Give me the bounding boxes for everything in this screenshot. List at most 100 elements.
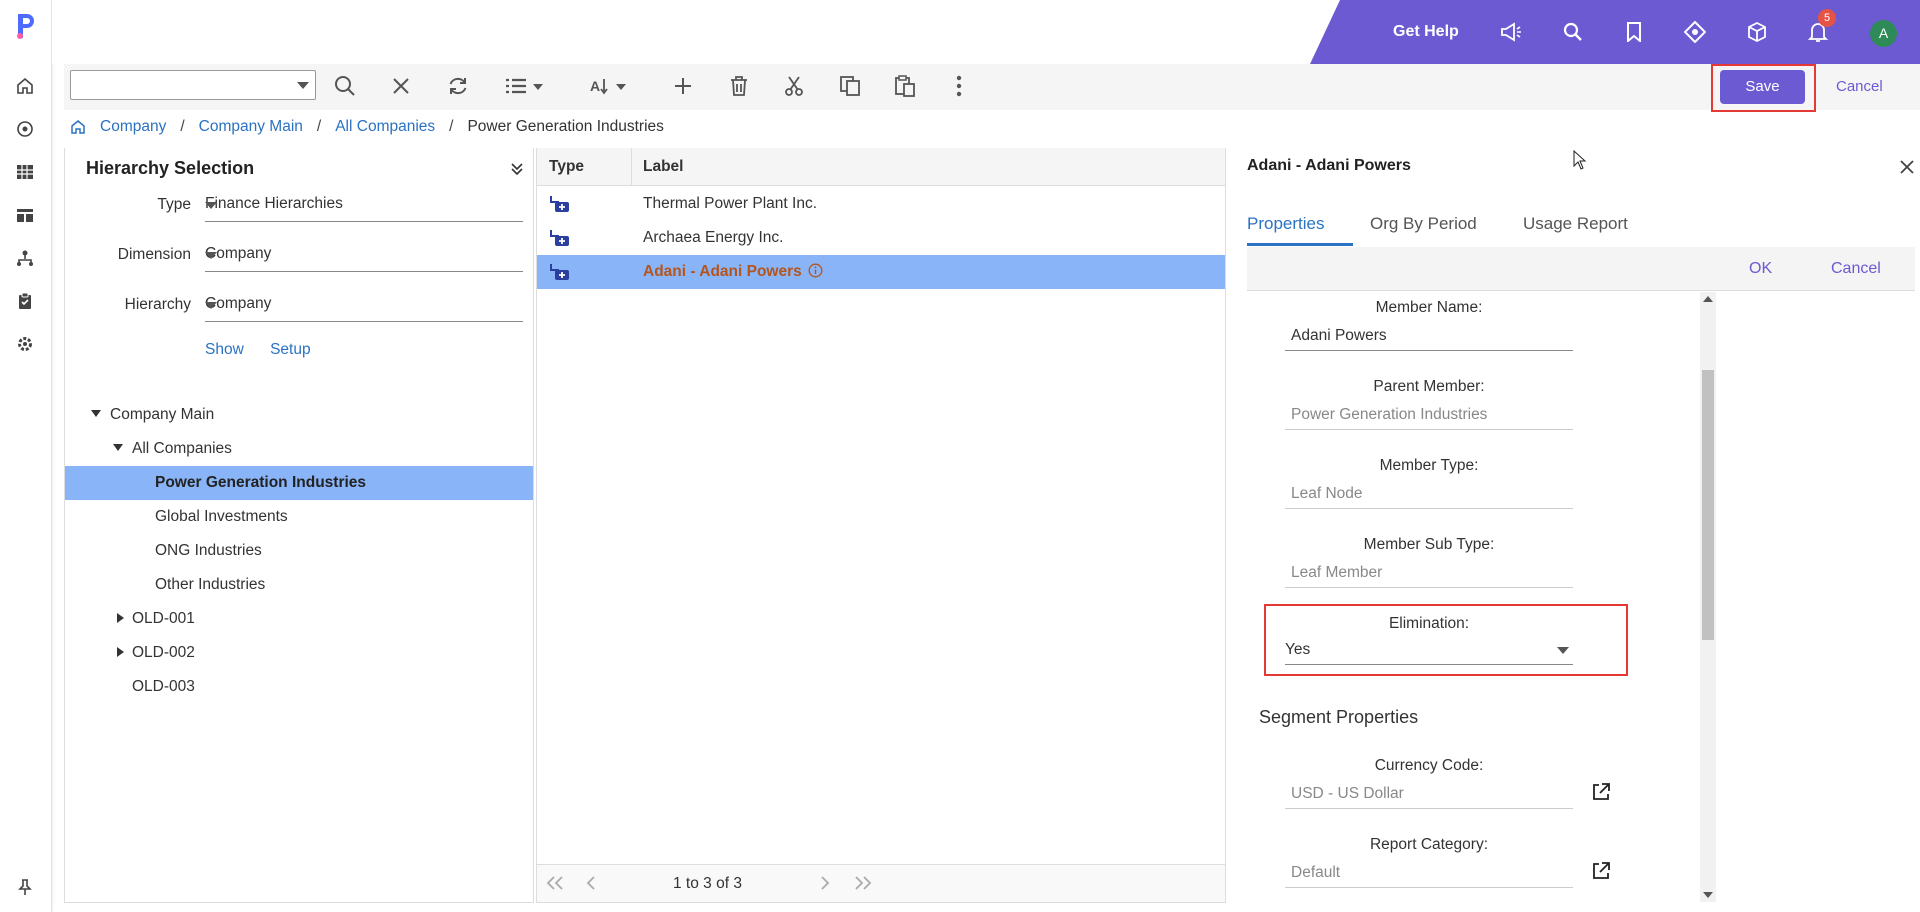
info-icon[interactable] bbox=[808, 263, 823, 278]
caret-right-icon[interactable] bbox=[117, 613, 124, 623]
dimension-label: Dimension bbox=[117, 246, 191, 263]
breadcrumb: Company / Company Main / All Companies /… bbox=[64, 112, 664, 142]
tree-node-selected[interactable]: Power Generation Industries bbox=[65, 466, 533, 500]
detail-title: Adani - Adani Powers bbox=[1247, 157, 1411, 174]
home-icon[interactable] bbox=[70, 119, 86, 135]
column-header-label[interactable]: Label bbox=[643, 158, 683, 176]
paste-icon[interactable] bbox=[894, 73, 916, 99]
cube-icon[interactable] bbox=[1745, 20, 1769, 44]
tree-node[interactable]: OLD-002 bbox=[65, 636, 533, 670]
member-type-icon bbox=[549, 262, 571, 282]
caret-down-icon[interactable] bbox=[113, 444, 123, 451]
member-name-label: Member Name: bbox=[1375, 299, 1483, 316]
cancel-button[interactable]: Cancel bbox=[1836, 78, 1883, 95]
hierarchy-icon[interactable] bbox=[14, 247, 36, 269]
breadcrumb-link-company-main[interactable]: Company Main bbox=[199, 118, 303, 136]
scrollbar-thumb[interactable] bbox=[1702, 370, 1714, 640]
add-icon[interactable] bbox=[673, 73, 693, 99]
reports-icon[interactable] bbox=[14, 204, 36, 226]
tab-usage-report[interactable]: Usage Report bbox=[1523, 214, 1628, 234]
search-icon[interactable] bbox=[334, 73, 356, 99]
table-row-selected[interactable]: Adani - Adani Powers bbox=[537, 255, 1225, 289]
detail-cancel-button[interactable]: Cancel bbox=[1831, 260, 1881, 278]
scroll-down-icon[interactable] bbox=[1703, 892, 1713, 898]
collapse-panel-icon[interactable] bbox=[511, 162, 523, 176]
breadcrumb-current: Power Generation Industries bbox=[467, 118, 664, 135]
tree-node-label: Company Main bbox=[110, 406, 215, 423]
last-page-icon[interactable] bbox=[853, 875, 873, 891]
table-row[interactable]: Archaea Energy Inc. bbox=[537, 221, 1225, 255]
caret-down-icon[interactable] bbox=[91, 410, 101, 417]
external-link-icon[interactable] bbox=[1591, 782, 1611, 802]
breadcrumb-separator: / bbox=[449, 118, 454, 135]
bookmark-icon[interactable] bbox=[1622, 20, 1646, 44]
caret-right-icon[interactable] bbox=[117, 647, 124, 657]
tree-node-label: All Companies bbox=[132, 440, 232, 457]
toolbar-dropdown[interactable] bbox=[70, 70, 316, 100]
type-select[interactable]: Finance Hierarchies bbox=[205, 188, 523, 222]
more-options-icon[interactable] bbox=[956, 73, 962, 99]
grid-header: Type Label bbox=[537, 148, 1225, 186]
breadcrumb-link-company[interactable]: Company bbox=[100, 118, 166, 136]
tree-node[interactable]: OLD-003 bbox=[65, 670, 533, 704]
properties-scrollbar[interactable] bbox=[1700, 292, 1716, 902]
prev-page-icon[interactable] bbox=[585, 875, 597, 891]
pin-icon[interactable] bbox=[14, 876, 36, 898]
member-sub-type-label: Member Sub Type: bbox=[1363, 536, 1495, 553]
member-name-value: Adani Powers bbox=[1291, 327, 1387, 344]
breadcrumb-separator: / bbox=[180, 118, 185, 135]
breadcrumb-link-all-companies[interactable]: All Companies bbox=[335, 118, 435, 136]
target-icon[interactable] bbox=[14, 118, 36, 140]
sort-icon[interactable]: A bbox=[590, 73, 632, 99]
delete-icon[interactable] bbox=[729, 73, 749, 99]
tree-node[interactable]: Other Industries bbox=[65, 568, 533, 602]
column-header-type[interactable]: Type bbox=[549, 158, 584, 176]
parent-member-label: Parent Member: bbox=[1373, 378, 1485, 395]
tree-node[interactable]: ONG Industries bbox=[65, 534, 533, 568]
elimination-highlight-outline bbox=[1264, 604, 1628, 676]
settings-gear-icon[interactable] bbox=[14, 333, 36, 355]
panel-title: Hierarchy Selection bbox=[86, 158, 255, 178]
tree-node-label: ONG Industries bbox=[155, 542, 262, 559]
crosshair-icon[interactable] bbox=[1683, 20, 1707, 44]
cut-icon[interactable] bbox=[784, 73, 804, 99]
show-link[interactable]: Show bbox=[205, 341, 244, 358]
tree-node[interactable]: Company Main bbox=[65, 398, 533, 432]
next-page-icon[interactable] bbox=[819, 875, 831, 891]
refresh-icon[interactable] bbox=[447, 73, 469, 99]
setup-link[interactable]: Setup bbox=[270, 341, 311, 358]
pagination-bar: 1 to 3 of 3 bbox=[537, 864, 1225, 902]
tree-node[interactable]: Global Investments bbox=[65, 500, 533, 534]
list-view-icon[interactable] bbox=[505, 73, 547, 99]
scroll-up-icon[interactable] bbox=[1703, 296, 1713, 302]
hierarchy-label: Hierarchy bbox=[124, 296, 191, 313]
ok-button[interactable]: OK bbox=[1749, 260, 1772, 278]
get-help-link[interactable]: Get Help bbox=[1393, 23, 1459, 41]
home-icon[interactable] bbox=[14, 75, 36, 97]
table-row[interactable]: Thermal Power Plant Inc. bbox=[537, 187, 1225, 221]
tab-org-by-period[interactable]: Org By Period bbox=[1370, 214, 1477, 234]
close-icon[interactable] bbox=[1900, 160, 1914, 174]
tree-node[interactable]: All Companies bbox=[65, 432, 533, 466]
hierarchy-select[interactable]: Company bbox=[205, 288, 523, 322]
dimension-select[interactable]: Company bbox=[205, 238, 523, 272]
announcement-icon[interactable] bbox=[1499, 20, 1523, 44]
chevron-down-icon bbox=[205, 252, 517, 259]
tab-properties[interactable]: Properties bbox=[1247, 214, 1324, 234]
external-link-icon[interactable] bbox=[1591, 861, 1611, 881]
tree-node[interactable]: OLD-001 bbox=[65, 602, 533, 636]
member-name-input[interactable]: Adani Powers bbox=[1285, 321, 1573, 351]
search-icon[interactable] bbox=[1561, 20, 1585, 44]
clipboard-check-icon[interactable] bbox=[14, 290, 36, 312]
clear-icon[interactable] bbox=[392, 73, 410, 99]
grid-icon[interactable] bbox=[14, 161, 36, 183]
copy-icon[interactable] bbox=[839, 73, 861, 99]
first-page-icon[interactable] bbox=[545, 875, 565, 891]
app-logo[interactable] bbox=[14, 12, 38, 40]
left-nav-rail bbox=[0, 0, 52, 912]
members-grid: Type Label Thermal Power Plant Inc. Arch… bbox=[536, 148, 1226, 903]
member-sub-type-value: Leaf Member bbox=[1291, 564, 1383, 581]
user-avatar[interactable]: A bbox=[1870, 20, 1897, 47]
tree-node-label: Other Industries bbox=[155, 576, 266, 593]
save-button[interactable]: Save bbox=[1720, 70, 1805, 104]
